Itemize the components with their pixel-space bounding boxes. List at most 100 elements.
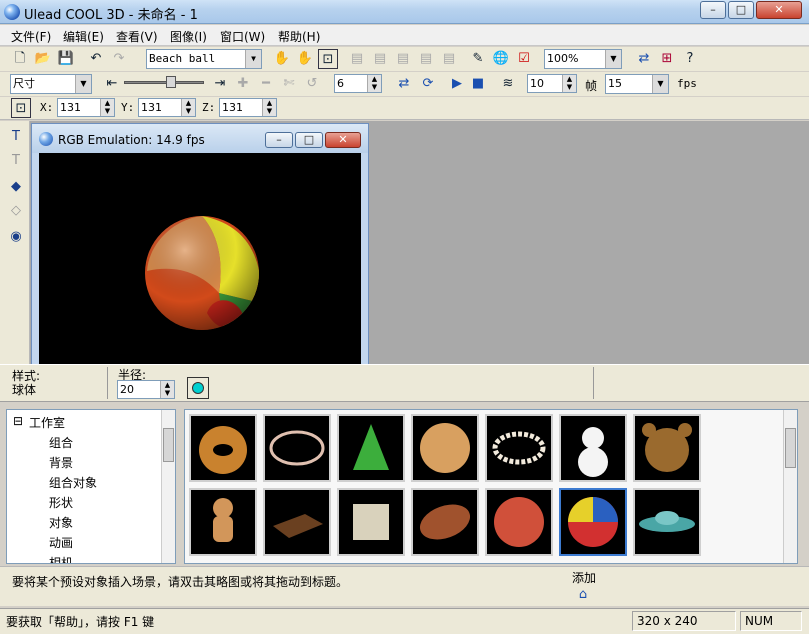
preview-maximize-button[interactable]: □: [295, 132, 323, 148]
thumb-pearl-necklace[interactable]: [485, 414, 553, 482]
rotate-hand-icon[interactable]: ✋: [295, 49, 315, 69]
thumb-ufo[interactable]: [633, 488, 701, 556]
gallery-scrollbar[interactable]: [783, 410, 797, 563]
spinner-arrows-icon[interactable]: ▲ ▼: [367, 75, 381, 92]
attribute-select[interactable]: 尺寸 ▼: [10, 74, 92, 94]
spinner-arrows-icon[interactable]: ▲ ▼: [100, 99, 114, 116]
add-keyframe-icon[interactable]: ✚: [233, 74, 253, 94]
tree-item-object[interactable]: 对象: [49, 514, 73, 531]
object-select[interactable]: Beach ball ▼: [146, 49, 262, 69]
preview-minimize-button[interactable]: –: [265, 132, 293, 148]
tree-item-animation[interactable]: 动画: [49, 534, 73, 551]
menu-edit[interactable]: 编辑(E): [63, 28, 104, 45]
menu-file[interactable]: 文件(F): [11, 28, 51, 45]
tree-item-shape[interactable]: 形状: [49, 494, 73, 511]
last-frame-icon[interactable]: ⇥: [210, 74, 230, 94]
thumb-teddy-bear[interactable]: [633, 414, 701, 482]
x-input[interactable]: 131 ▲ ▼: [57, 98, 115, 117]
context-help-icon[interactable]: ?: [680, 49, 700, 69]
spinner-arrows-icon[interactable]: ▲ ▼: [181, 99, 195, 116]
size-tool-icon[interactable]: ⊡: [318, 49, 338, 69]
tree-item-group[interactable]: 组合: [49, 434, 73, 451]
total-frames-input[interactable]: 10 ▲ ▼: [527, 74, 577, 93]
title-bar[interactable]: Ulead COOL 3D - 未命名 - 1 – □ ✕: [0, 0, 809, 24]
globe-icon[interactable]: 🌐: [491, 49, 511, 69]
preview-close-button[interactable]: ✕: [325, 132, 361, 148]
color-picker-button[interactable]: [187, 377, 209, 399]
insert-geometry-icon[interactable]: ◆: [6, 177, 26, 197]
tree-root-toggle[interactable]: ⊟: [13, 414, 23, 428]
menu-view[interactable]: 查看(V): [116, 28, 158, 45]
spinner-arrows-icon[interactable]: ▲ ▼: [562, 75, 576, 92]
add-to-scene-icon[interactable]: ⌂: [573, 585, 593, 605]
tree-item-background[interactable]: 背景: [49, 454, 73, 471]
ping-pong-icon[interactable]: ⟳: [418, 74, 438, 94]
play-icon[interactable]: ▶: [447, 74, 467, 94]
maximize-button[interactable]: □: [728, 1, 754, 19]
export-icon[interactable]: ⇄: [634, 49, 654, 69]
insert-shape-icon[interactable]: ◉: [6, 227, 26, 247]
edit-text-icon[interactable]: T: [6, 151, 26, 171]
preview-window[interactable]: RGB Emulation: 14.9 fps – □ ✕: [31, 123, 369, 366]
undo-icon[interactable]: ↶: [86, 49, 106, 69]
fps-select[interactable]: 15 ▼: [605, 74, 669, 94]
tree-item-camera[interactable]: 相机: [49, 554, 73, 563]
split-icon[interactable]: ✄: [279, 74, 299, 94]
edit-geometry-icon[interactable]: ◇: [6, 201, 26, 221]
tree-root-label[interactable]: 工作室: [29, 414, 65, 431]
thumb-party-hat[interactable]: [337, 414, 405, 482]
minimize-button[interactable]: –: [700, 1, 726, 19]
move-object-icon[interactable]: ⊡: [11, 98, 31, 118]
insert-text-icon[interactable]: T: [6, 127, 26, 147]
spinner-arrows-icon[interactable]: ▲ ▼: [262, 99, 276, 116]
spinner-arrows-icon[interactable]: ▲ ▼: [160, 381, 174, 398]
bevel-2-icon[interactable]: ▤: [370, 49, 390, 69]
thumb-football[interactable]: [411, 488, 479, 556]
radius-input[interactable]: 20 ▲ ▼: [117, 380, 175, 399]
bevel-4-icon[interactable]: ▤: [416, 49, 436, 69]
gallery-scrollbar-thumb[interactable]: [785, 428, 796, 468]
thumb-donut[interactable]: [189, 414, 257, 482]
preview-title-bar[interactable]: RGB Emulation: 14.9 fps – □ ✕: [32, 124, 368, 153]
thumb-gingerbread-man[interactable]: [189, 488, 257, 556]
thumb-esc-key[interactable]: [337, 488, 405, 556]
close-button[interactable]: ✕: [756, 1, 802, 19]
redo-icon[interactable]: ↷: [109, 49, 129, 69]
menu-help[interactable]: 帮助(H): [278, 28, 320, 45]
timeline-slider[interactable]: [124, 81, 204, 84]
y-input[interactable]: 131 ▲ ▼: [138, 98, 196, 117]
hand-icon[interactable]: ✋: [272, 49, 292, 69]
thumb-beach-ball[interactable]: [559, 488, 627, 556]
thumb-chocolate-bar[interactable]: [263, 488, 331, 556]
pen-icon[interactable]: ✎: [468, 49, 488, 69]
app-icon: [4, 4, 20, 20]
save-icon[interactable]: 💾: [56, 49, 76, 69]
timeline-slider-thumb[interactable]: [166, 76, 176, 88]
new-file-icon[interactable]: 🗋: [10, 49, 30, 69]
loop-icon[interactable]: ⇄: [394, 74, 414, 94]
bevel-3-icon[interactable]: ▤: [393, 49, 413, 69]
tree-scrollbar-thumb[interactable]: [163, 428, 174, 462]
preview-canvas[interactable]: [39, 153, 361, 366]
thumb-ring[interactable]: [263, 414, 331, 482]
thumb-bread[interactable]: [411, 414, 479, 482]
remove-keyframe-icon[interactable]: ━: [256, 74, 276, 94]
stop-icon[interactable]: ■: [468, 74, 488, 94]
tree-item-group-object[interactable]: 组合对象: [49, 474, 97, 491]
menu-image[interactable]: 图像(I): [170, 28, 207, 45]
web-export-icon[interactable]: ⊞: [657, 49, 677, 69]
chart-icon[interactable]: ☑: [514, 49, 534, 69]
smooth-icon[interactable]: ≋: [498, 74, 518, 94]
first-frame-icon[interactable]: ⇤: [102, 74, 122, 94]
bevel-1-icon[interactable]: ▤: [347, 49, 367, 69]
thumb-snowman[interactable]: [559, 414, 627, 482]
z-input[interactable]: 131 ▲ ▼: [219, 98, 277, 117]
bevel-5-icon[interactable]: ▤: [439, 49, 459, 69]
zoom-select[interactable]: 100% ▼: [544, 49, 622, 69]
tree-scrollbar[interactable]: [161, 410, 175, 563]
frame-number-input[interactable]: 6 ▲ ▼: [334, 74, 382, 93]
thumb-basketball[interactable]: [485, 488, 553, 556]
menu-window[interactable]: 窗口(W): [220, 28, 265, 45]
reverse-icon[interactable]: ↺: [302, 74, 322, 94]
open-folder-icon[interactable]: 📂: [33, 49, 53, 69]
